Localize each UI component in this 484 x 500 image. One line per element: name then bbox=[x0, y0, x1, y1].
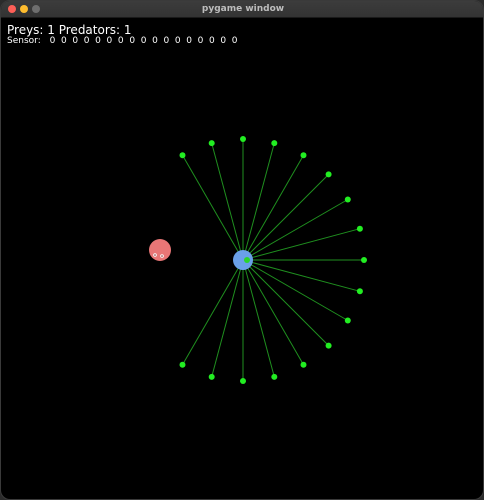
game-canvas[interactable] bbox=[1, 1, 484, 500]
sensor-ray-tip bbox=[356, 225, 363, 232]
sensor-ray-tip bbox=[240, 378, 246, 384]
sensor-ray-tip bbox=[271, 140, 278, 147]
sensor-ray-tip bbox=[179, 361, 186, 368]
predator bbox=[149, 239, 171, 261]
sensor-ray bbox=[242, 142, 275, 261]
sensor-ray-tip bbox=[300, 152, 307, 159]
predator-pupil-left bbox=[154, 254, 156, 256]
sensor-ray-tip bbox=[179, 152, 186, 159]
prey-eye bbox=[244, 257, 250, 263]
sensor-ray bbox=[242, 259, 361, 292]
sensor-ray-tip bbox=[240, 136, 246, 142]
sensor-ray-tip bbox=[208, 373, 215, 380]
sensor-ray-tip bbox=[325, 171, 332, 178]
sensor-ray-tip bbox=[361, 257, 367, 263]
sensor-ray-tip bbox=[271, 373, 278, 380]
sensor-ray-tip bbox=[208, 140, 215, 147]
sensor-ray bbox=[242, 228, 361, 261]
predator-pupil-right bbox=[161, 255, 163, 257]
sensor-ray bbox=[242, 259, 329, 346]
sensor-ray bbox=[182, 154, 244, 261]
sensor-ray bbox=[242, 259, 275, 378]
sensor-ray-tip bbox=[344, 196, 351, 203]
sensor-ray bbox=[182, 259, 244, 366]
predator-body bbox=[149, 239, 171, 261]
sensor-rays bbox=[179, 136, 367, 384]
sensor-ray bbox=[242, 259, 304, 366]
sensor-ray-tip bbox=[356, 288, 363, 295]
sensor-ray bbox=[242, 259, 349, 321]
sensor-ray bbox=[242, 154, 304, 261]
sensor-ray bbox=[242, 174, 329, 261]
sensor-ray-tip bbox=[300, 361, 307, 368]
sensor-ray bbox=[242, 199, 349, 261]
sensor-ray bbox=[211, 259, 244, 378]
pygame-window: pygame window Preys: 1 Predators: 1 Sens… bbox=[0, 0, 484, 500]
sensor-ray-tip bbox=[325, 342, 332, 349]
sensor-ray bbox=[211, 142, 244, 261]
sensor-ray-tip bbox=[344, 317, 351, 324]
prey bbox=[233, 250, 253, 270]
